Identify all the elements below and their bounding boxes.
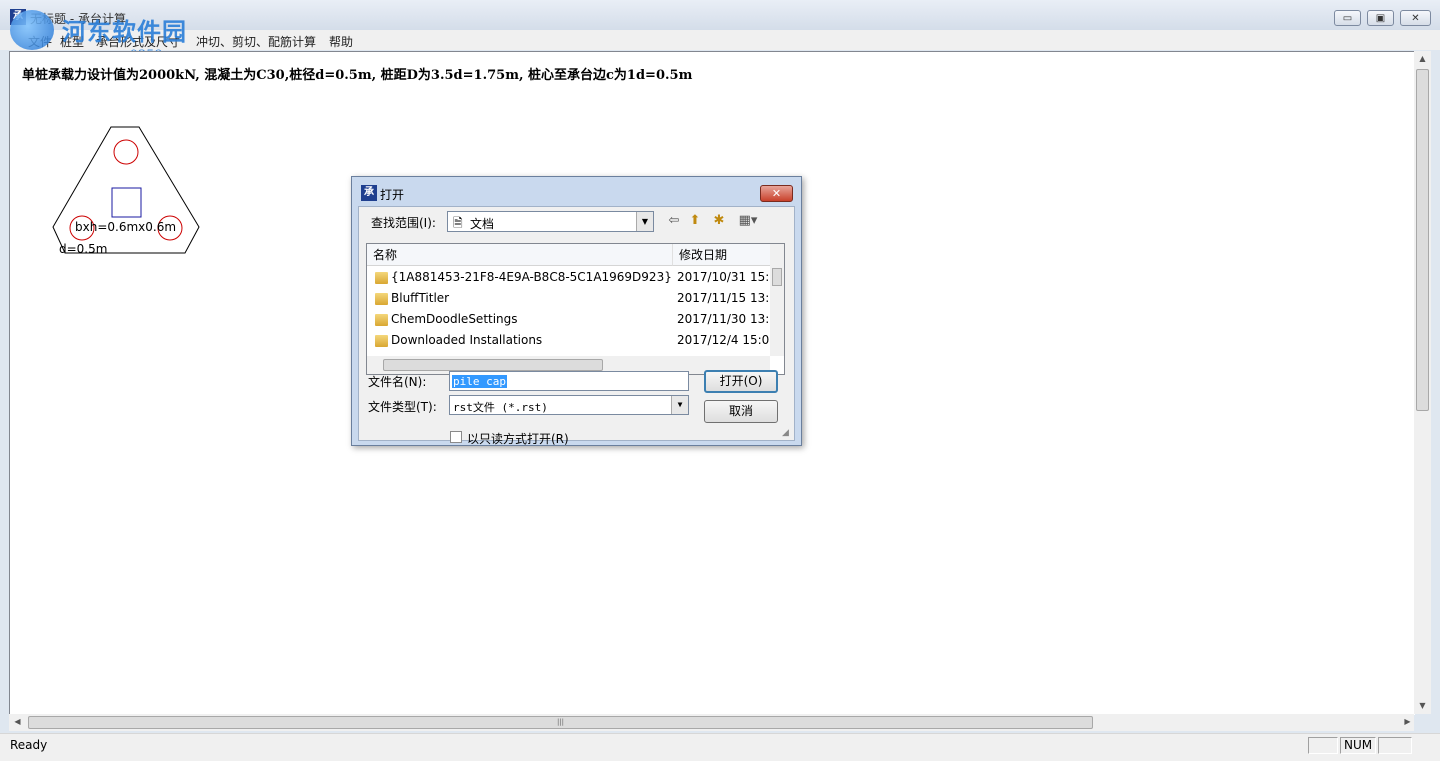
status-pane-caps bbox=[1308, 737, 1338, 754]
dialog-title: 打开 bbox=[380, 188, 405, 202]
column-size-label: bxh=0.6mx0.6m bbox=[75, 220, 176, 234]
filetype-label: 文件类型(T): bbox=[368, 400, 437, 414]
file-list-horizontal-thumb[interactable] bbox=[383, 359, 603, 371]
close-button[interactable]: ✕ bbox=[1400, 10, 1431, 26]
filetype-select[interactable]: rst文件 (*.rst) ▼ bbox=[449, 395, 689, 415]
cancel-button[interactable]: 取消 bbox=[704, 400, 778, 423]
file-name: {1A881453-21F8-4E9A-B8C8-5C1A1969D923} bbox=[391, 270, 672, 284]
horizontal-scrollbar[interactable]: ◀ ||| ▶ bbox=[9, 714, 1414, 731]
back-arrow-icon[interactable]: ⇦ bbox=[666, 213, 682, 229]
file-date: 2017/10/31 15:1 bbox=[677, 270, 769, 284]
folder-icon bbox=[375, 335, 388, 347]
view-menu-icon[interactable]: ▦▾ bbox=[734, 213, 762, 229]
file-list-vertical-scrollbar[interactable] bbox=[770, 244, 784, 356]
window-title: 无标题 - 承台计算 bbox=[30, 12, 126, 26]
filename-input[interactable]: pile cap bbox=[449, 371, 689, 391]
scroll-right-icon[interactable]: ▶ bbox=[1399, 717, 1416, 726]
scroll-up-icon[interactable]: ▲ bbox=[1414, 54, 1431, 63]
column-header-name[interactable]: 名称 bbox=[367, 244, 673, 266]
file-date: 2017/12/4 15:02 bbox=[677, 333, 769, 347]
file-name: Downloaded Installations bbox=[391, 333, 543, 347]
folder-icon bbox=[375, 293, 388, 305]
file-name: BluffTitler bbox=[391, 291, 450, 305]
design-summary: 单桩承载力设计值为2000kN, 混凝土为C30,桩径d=0.5m, 桩距D为3… bbox=[22, 68, 693, 83]
chevron-down-icon[interactable]: ▼ bbox=[636, 212, 653, 231]
title-bar: 承 无标题 - 承台计算 ▭ ▣ ✕ bbox=[0, 0, 1440, 30]
column-square bbox=[111, 187, 142, 218]
menu-file[interactable]: 文件 bbox=[28, 33, 52, 50]
resize-grip-icon[interactable]: ◢ bbox=[782, 428, 789, 438]
readonly-label: 以只读方式打开(R) bbox=[467, 432, 569, 446]
file-list-vertical-thumb[interactable] bbox=[772, 268, 782, 286]
menu-help[interactable]: 帮助 bbox=[329, 33, 353, 50]
status-pane-num: NUM bbox=[1340, 737, 1376, 754]
filename-label: 文件名(N): bbox=[368, 375, 427, 389]
status-pane-scrl bbox=[1378, 737, 1412, 754]
look-in-combo[interactable]: 🗎 文档 ▼ bbox=[447, 211, 654, 232]
vertical-scroll-thumb[interactable] bbox=[1416, 69, 1429, 411]
file-date: 2017/11/15 13:3 bbox=[677, 291, 769, 305]
up-folder-icon[interactable]: ⬆ bbox=[687, 213, 703, 229]
status-text: Ready bbox=[10, 738, 48, 752]
new-folder-icon[interactable]: ✱ bbox=[711, 213, 727, 229]
look-in-label: 查找范围(I): bbox=[371, 216, 436, 230]
scroll-down-icon[interactable]: ▼ bbox=[1414, 701, 1431, 710]
horizontal-scroll-thumb[interactable]: ||| bbox=[28, 716, 1093, 729]
menu-pile-type[interactable]: 桩型 bbox=[60, 33, 84, 50]
readonly-checkbox[interactable] bbox=[450, 431, 462, 443]
look-in-value: 文档 bbox=[470, 217, 495, 231]
folder-icon bbox=[375, 272, 388, 284]
status-bar: Ready NUM bbox=[0, 733, 1440, 761]
maximize-button[interactable]: ▣ bbox=[1367, 10, 1394, 26]
menu-bar: 文件 桩型 承台形式及尺寸 冲切、剪切、配筋计算 帮助 bbox=[0, 30, 1440, 50]
list-item[interactable]: ChemDoodleSettings 2017/11/30 13:5 bbox=[367, 310, 771, 331]
dialog-body: 查找范围(I): 🗎 文档 ▼ ⇦ ⬆ ✱ ▦▾ 名称 修改日期 {1A8814… bbox=[358, 206, 795, 446]
open-button[interactable]: 打开(O) bbox=[704, 370, 778, 393]
pile-circle bbox=[113, 139, 139, 165]
pile-cap-drawing: bxh=0.6mx0.6m d=0.5m bbox=[52, 126, 200, 256]
open-file-dialog: 承 打开 ✕ 查找范围(I): 🗎 文档 ▼ ⇦ ⬆ ✱ ▦▾ 名称 修改日期 … bbox=[351, 176, 802, 446]
vertical-scrollbar[interactable]: ▲ ▼ bbox=[1414, 51, 1431, 714]
cap-outline bbox=[52, 126, 200, 254]
file-list[interactable]: 名称 修改日期 {1A881453-21F8-4E9A-B8C8-5C1A196… bbox=[366, 243, 785, 375]
pile-diameter-label: d=0.5m bbox=[59, 242, 107, 256]
menu-calculation[interactable]: 冲切、剪切、配筋计算 bbox=[196, 33, 316, 50]
folder-icon bbox=[375, 314, 388, 326]
file-name: ChemDoodleSettings bbox=[391, 312, 518, 326]
menu-cap-shape[interactable]: 承台形式及尺寸 bbox=[96, 33, 180, 50]
list-item[interactable]: {1A881453-21F8-4E9A-B8C8-5C1A1969D923} 2… bbox=[367, 268, 771, 289]
list-item[interactable]: BluffTitler 2017/11/15 13:3 bbox=[367, 289, 771, 310]
list-item[interactable]: Downloaded Installations 2017/12/4 15:02 bbox=[367, 331, 771, 352]
filename-value: pile cap bbox=[452, 375, 507, 388]
minimize-button[interactable]: ▭ bbox=[1334, 10, 1361, 26]
scroll-left-icon[interactable]: ◀ bbox=[9, 717, 26, 726]
document-icon: 🗎 bbox=[453, 216, 463, 230]
dialog-app-icon: 承 bbox=[361, 185, 377, 201]
dialog-close-button[interactable]: ✕ bbox=[760, 185, 793, 202]
chevron-down-icon[interactable]: ▼ bbox=[671, 396, 688, 414]
column-header-date[interactable]: 修改日期 bbox=[673, 244, 771, 266]
file-date: 2017/11/30 13:5 bbox=[677, 312, 769, 326]
filetype-value: rst文件 (*.rst) bbox=[453, 401, 548, 414]
app-icon: 承 bbox=[10, 9, 26, 25]
